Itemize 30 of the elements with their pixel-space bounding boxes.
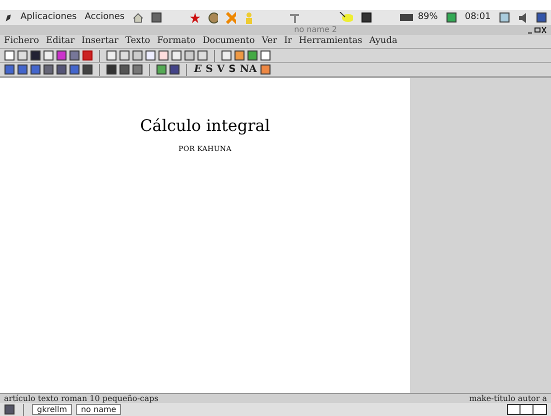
text-style-button[interactable]: E: [193, 64, 203, 74]
menu-item[interactable]: Herramientas: [298, 34, 362, 48]
house-icon[interactable]: [132, 12, 143, 24]
text-style-button[interactable]: S: [228, 64, 237, 74]
text-style-button[interactable]: S: [204, 64, 214, 74]
menu-item[interactable]: Documento: [202, 34, 255, 48]
text-style-button[interactable]: NA: [238, 64, 258, 74]
menu-item[interactable]: Texto: [125, 34, 150, 48]
text-style-button[interactable]: V: [216, 64, 226, 74]
menu-item[interactable]: Fichero: [4, 34, 40, 48]
menu-item[interactable]: Ayuda: [369, 34, 398, 48]
menu-item[interactable]: Ir: [284, 34, 292, 48]
workspace-switcher-icon[interactable]: [507, 404, 547, 415]
status-text: make-título autor a: [469, 392, 547, 404]
panel-menu[interactable]: Aplicaciones: [20, 10, 77, 24]
panel-menu[interactable]: Acciones: [84, 10, 125, 24]
menu-item[interactable]: Editar: [46, 34, 75, 48]
speaker-icon[interactable]: [518, 12, 528, 24]
window-title: no name 2: [294, 25, 337, 34]
menu-item[interactable]: Insertar: [82, 34, 118, 48]
star-icon[interactable]: [190, 12, 200, 24]
document-title: Cálculo integral: [140, 115, 270, 137]
taskbar-button[interactable]: gkrellm: [32, 404, 72, 415]
menu-item[interactable]: Formato: [157, 34, 196, 48]
status-text: artículo texto roman 10 pequeño-caps: [4, 392, 158, 404]
battery-level: 89%: [418, 10, 438, 24]
taskbar-button[interactable]: no name: [76, 404, 122, 415]
window-controls-icon[interactable]: [527, 26, 547, 34]
menu-item[interactable]: Ver: [262, 34, 278, 48]
panel-clock: 08:01: [464, 10, 491, 24]
